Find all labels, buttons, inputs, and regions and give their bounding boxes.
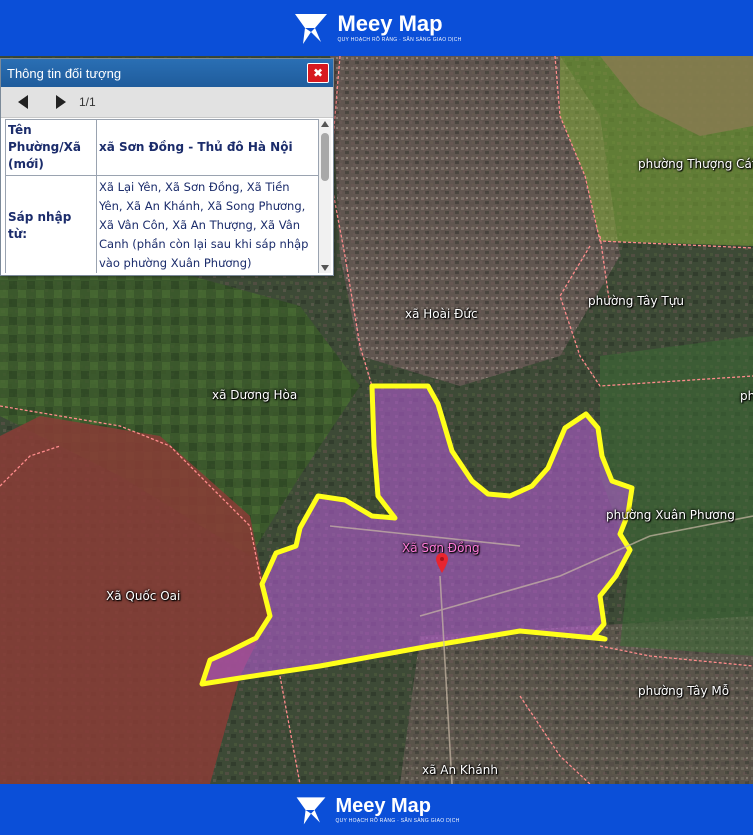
triangle-right-icon — [56, 95, 66, 109]
table-row: Tên Phường/Xã (mới) xã Sơn Đồng - Thủ đô… — [5, 119, 319, 176]
close-icon: ✖ — [312, 66, 324, 80]
label-phuong-tay-tuu: phường Tây Tựu — [588, 294, 684, 308]
close-button[interactable]: ✖ — [307, 63, 329, 83]
label-xa-hoai-duc: xã Hoài Đức — [405, 307, 478, 321]
label-phuong-thuong-cat: phường Thượng Cát — [638, 157, 753, 171]
next-button[interactable] — [47, 90, 75, 114]
label-phuong-xuan-phuong: phường Xuân Phương — [606, 508, 735, 522]
row-label-merged-from: Sáp nhập từ: — [5, 175, 97, 273]
panel-pagination: 1/1 — [1, 87, 333, 118]
page-counter: 1/1 — [79, 95, 96, 109]
bottom-brand-bar: Meey Map QUY HOẠCH RÕ RÀNG · SẴN SÀNG GI… — [0, 784, 753, 835]
brand-logo: Meey Map QUY HOẠCH RÕ RÀNG · SẴN SÀNG GI… — [291, 8, 461, 48]
brand-name: Meey Map — [337, 11, 443, 36]
info-panel: Thông tin đối tượng ✖ 1/1 Tên Phường/Xã … — [0, 58, 334, 276]
panel-scrollbar[interactable] — [319, 119, 331, 273]
meey-logo-icon — [295, 14, 328, 44]
row-value-merged-from: Xã Lại Yên, Xã Sơn Đồng, Xã Tiền Yên, Xã… — [96, 175, 319, 273]
brand-logo-footer: Meey Map QUY HOẠCH RÕ RÀNG · SẴN SÀNG GI… — [293, 792, 459, 828]
label-edge-ph: ph — [740, 389, 753, 403]
location-marker-icon[interactable] — [436, 553, 448, 573]
label-xa-an-khanh: xã An Khánh — [422, 763, 498, 777]
top-brand-bar: Meey Map QUY HOẠCH RÕ RÀNG · SẴN SÀNG GI… — [0, 0, 753, 56]
row-label-new-name: Tên Phường/Xã (mới) — [5, 119, 97, 176]
label-xa-quoc-oai: Xã Quốc Oai — [106, 589, 181, 603]
label-xa-duong-hoa: xã Dương Hòa — [212, 388, 298, 402]
previous-button[interactable] — [9, 90, 37, 114]
triangle-left-icon — [18, 95, 28, 109]
meey-logo-icon — [297, 796, 326, 824]
info-table: Tên Phường/Xã (mới) xã Sơn Đồng - Thủ đô… — [5, 119, 319, 273]
panel-title: Thông tin đối tượng — [7, 65, 122, 81]
brand-tagline: QUY HOẠCH RÕ RÀNG · SẴN SÀNG GIAO DỊCH — [337, 37, 462, 43]
info-table-container[interactable]: Tên Phường/Xã (mới) xã Sơn Đồng - Thủ đô… — [5, 119, 319, 273]
label-phuong-tay-mo: phường Tây Mỗ — [638, 684, 730, 698]
row-value-new-name: xã Sơn Đồng - Thủ đô Hà Nội — [96, 119, 319, 176]
brand-name-footer: Meey Map — [335, 794, 432, 817]
scroll-up-arrow-icon[interactable] — [319, 119, 331, 129]
scroll-down-arrow-icon[interactable] — [319, 263, 331, 273]
panel-header: Thông tin đối tượng ✖ — [1, 59, 333, 87]
table-row: Sáp nhập từ: Xã Lại Yên, Xã Sơn Đồng, Xã… — [5, 175, 319, 273]
brand-tagline-footer: QUY HOẠCH RÕ RÀNG · SẴN SÀNG GIAO DỊCH — [335, 817, 460, 824]
scroll-thumb[interactable] — [321, 133, 329, 181]
